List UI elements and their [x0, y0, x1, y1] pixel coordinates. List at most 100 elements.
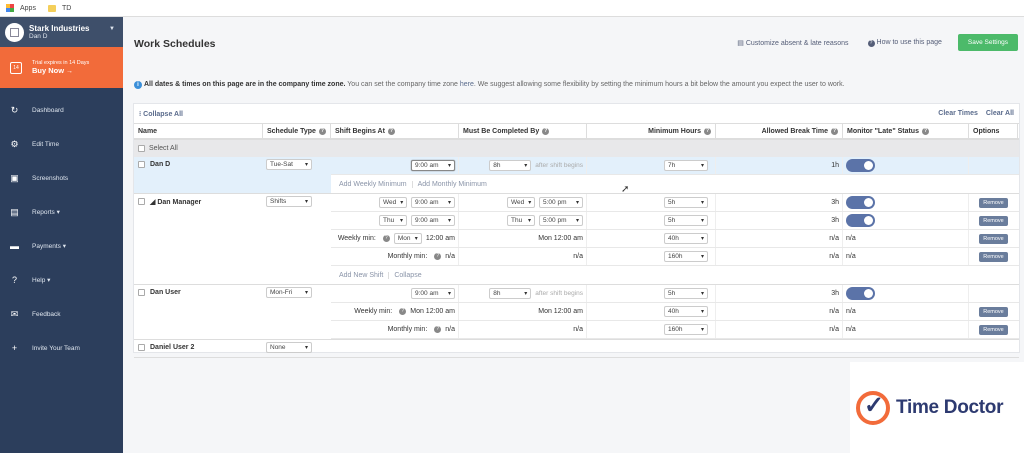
- timezone-link[interactable]: here: [460, 81, 474, 88]
- customize-reasons-link[interactable]: ▤ Customize absent & late reasons: [737, 39, 848, 47]
- remove-button[interactable]: Remove: [979, 251, 1008, 262]
- row-action-link[interactable]: Add New Shift: [334, 271, 390, 279]
- minimum-hours-select[interactable]: 5h: [664, 215, 708, 226]
- row-checkbox[interactable]: [138, 161, 145, 168]
- minimum-hours-cell: 160h: [587, 321, 716, 338]
- user-name-cell: Dan D: [134, 157, 263, 193]
- schedule-type-select[interactable]: None: [266, 342, 312, 353]
- end-day-select[interactable]: Wed: [507, 197, 535, 208]
- end-text: Mon 12:00 am: [538, 308, 583, 315]
- screenshots-icon: ▣: [10, 172, 19, 183]
- collapse-all-button[interactable]: ⁝ Collapse All: [139, 110, 183, 118]
- begin-time-select[interactable]: 9:00 am: [411, 288, 455, 299]
- user-name-cell: ◢ Dan Manager: [134, 194, 263, 284]
- after-shift-text: after shift begins: [535, 162, 583, 169]
- row-links: Add Weekly Minimum Add Monthly Minimum: [331, 175, 1019, 193]
- sidebar-item-label: Edit Time: [32, 140, 60, 148]
- completed-by-cell: Mon 12:00 am: [459, 303, 587, 320]
- org-switcher[interactable]: Stark Industries Dan D ▼: [0, 17, 123, 47]
- options-cell: [969, 157, 1018, 174]
- schedule-type-select[interactable]: Tue-Sat: [266, 159, 312, 170]
- bookmark-apps[interactable]: Apps: [20, 5, 36, 12]
- begin-day-select[interactable]: Thu: [379, 215, 407, 226]
- options-cell: [969, 285, 1018, 302]
- schedule-type-cell: Shifts: [263, 194, 331, 284]
- begin-day-select[interactable]: Wed: [379, 197, 407, 208]
- duration-select[interactable]: 8h: [489, 160, 532, 171]
- end-day-select[interactable]: Thu: [507, 215, 535, 226]
- end-time-select[interactable]: 5:00 pm: [539, 215, 583, 226]
- help-icon: ?: [434, 253, 442, 260]
- help-icon: ?: [867, 39, 875, 47]
- break-time-cell: 3h: [716, 285, 843, 302]
- sidebar: Stark Industries Dan D ▼ 14 Trial expires…: [0, 17, 123, 453]
- schedule-rows: [331, 340, 1019, 357]
- clear-times-button[interactable]: Clear Times: [938, 110, 978, 117]
- row-checkbox[interactable]: [138, 344, 145, 351]
- bookmark-td[interactable]: TD: [62, 5, 71, 12]
- sidebar-item-payments[interactable]: ▬ Payments ▾: [0, 229, 123, 263]
- select-all-checkbox[interactable]: [138, 145, 145, 152]
- row-action-link[interactable]: Add Monthly Minimum: [413, 181, 492, 188]
- user-name: Dan User: [150, 289, 181, 296]
- sidebar-item-label: Help ▾: [32, 277, 51, 284]
- user-name: Daniel User 2: [150, 344, 195, 351]
- sidebar-item-feedback[interactable]: ✉ Feedback: [0, 297, 123, 331]
- select-all-label: Select All: [149, 145, 178, 152]
- monitor-late-cell: n/a: [843, 321, 969, 338]
- duration-select[interactable]: 8h: [489, 288, 532, 299]
- sidebar-item-screenshots[interactable]: ▣ Screenshots: [0, 161, 123, 195]
- minimum-hours-select[interactable]: 40h: [664, 306, 708, 317]
- mouse-cursor-icon: ➚: [621, 184, 630, 195]
- schedule-type-select[interactable]: Mon-Fri: [266, 287, 312, 298]
- sidebar-item-dashboard[interactable]: ↻ Dashboard: [0, 93, 123, 127]
- minimum-hours-select[interactable]: 160h: [664, 251, 708, 262]
- save-settings-button[interactable]: Save Settings: [957, 34, 1018, 51]
- buy-now-link[interactable]: Buy Now: [32, 66, 64, 75]
- monitor-late-toggle[interactable]: [846, 159, 875, 172]
- remove-button[interactable]: Remove: [979, 324, 1008, 335]
- minimum-hours-select[interactable]: 5h: [664, 288, 708, 299]
- trial-banner[interactable]: 14 Trial expires in 14 Days Buy Now →: [0, 47, 123, 88]
- select-all-row[interactable]: Select All: [134, 140, 1019, 157]
- column-header-label: Allowed Break Time: [761, 127, 828, 135]
- completed-by-cell: Wed 5:00 pm: [459, 194, 587, 211]
- remove-button[interactable]: Remove: [979, 233, 1008, 244]
- sidebar-item-edit-time[interactable]: ⚙ Edit Time: [0, 127, 123, 161]
- minimum-hours-select[interactable]: 5h: [664, 197, 708, 208]
- monitor-late-toggle[interactable]: [846, 287, 875, 300]
- remove-button[interactable]: Remove: [979, 215, 1008, 226]
- how-to-link[interactable]: ? How to use this page: [865, 39, 942, 47]
- minimum-hours-select[interactable]: 160h: [664, 324, 708, 335]
- begin-day-select[interactable]: Mon: [393, 233, 422, 244]
- monitor-late-cell: n/a: [843, 230, 969, 247]
- sidebar-item-help[interactable]: ? Help ▾: [0, 263, 123, 297]
- minimum-hours-select[interactable]: 40h: [664, 233, 708, 244]
- schedule-type-cell: Mon-Fri: [263, 285, 331, 339]
- row-checkbox[interactable]: [138, 198, 145, 205]
- minimum-hours-cell: 40h: [587, 230, 716, 247]
- help-icon: ?: [382, 235, 390, 242]
- help-icon: ?: [318, 127, 326, 135]
- begin-time-select[interactable]: 9:00 am: [411, 197, 455, 208]
- clock-check-icon: [856, 390, 890, 425]
- column-header-label: Must Be Completed By: [463, 127, 540, 135]
- row-action-link[interactable]: Add Weekly Minimum: [334, 180, 413, 188]
- row-checkbox[interactable]: [138, 289, 145, 296]
- remove-button[interactable]: Remove: [979, 306, 1008, 317]
- schedule-type-select[interactable]: Shifts: [266, 196, 312, 207]
- row-action-link[interactable]: Collapse: [389, 272, 426, 279]
- sidebar-item-reports[interactable]: ▤ Reports ▾: [0, 195, 123, 229]
- monitor-late-toggle[interactable]: [846, 196, 875, 209]
- sidebar-nav: ↻ Dashboard ⚙ Edit Time ▣ Screenshots ▤ Reports…: [0, 88, 123, 365]
- monitor-late-toggle[interactable]: [846, 214, 875, 227]
- begin-time-select[interactable]: 9:00 am: [411, 160, 455, 171]
- end-time-select[interactable]: 5:00 pm: [539, 197, 583, 208]
- minimum-hours-select[interactable]: 7h: [664, 160, 708, 171]
- clear-all-button[interactable]: Clear All: [986, 110, 1014, 117]
- sidebar-item-invite-your-team[interactable]: + Invite Your Team: [0, 331, 123, 365]
- begin-time-select[interactable]: 9:00 am: [411, 215, 455, 226]
- remove-button[interactable]: Remove: [979, 197, 1008, 208]
- schedule-type-cell: None: [263, 340, 331, 357]
- min-label: Monthly min:: [387, 326, 428, 333]
